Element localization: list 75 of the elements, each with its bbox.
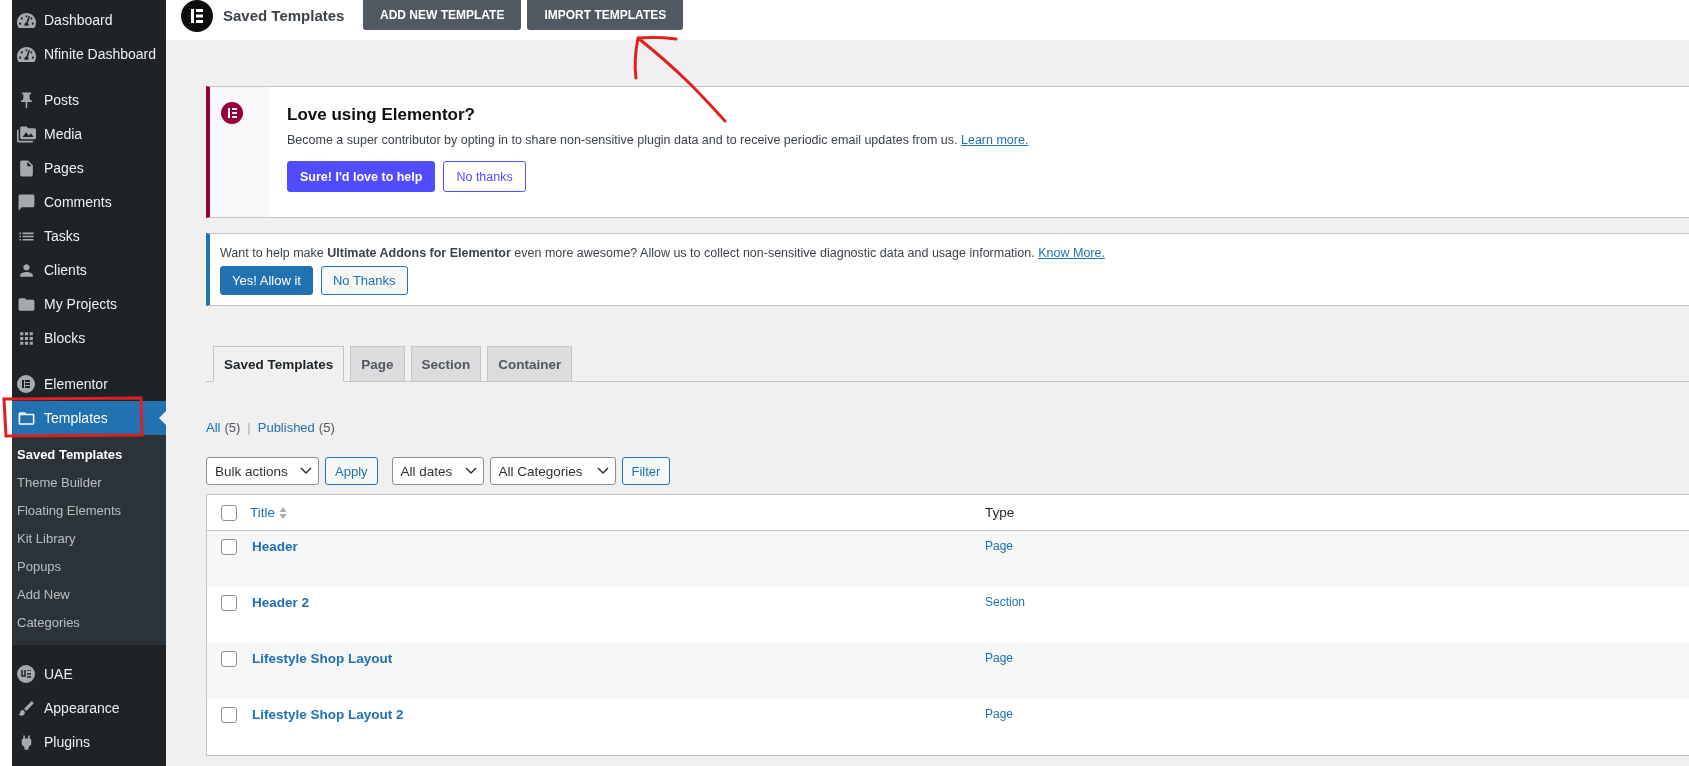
header-button[interactable]: IMPORT TEMPLATES: [527, 0, 684, 30]
sidebar-item[interactable]: Comments: [12, 185, 166, 219]
tab[interactable]: Saved Templates: [213, 346, 345, 382]
header-button[interactable]: ADD NEW TEMPLATE: [363, 0, 522, 30]
media-icon: [16, 124, 36, 144]
notice-title: Love using Elementor?: [287, 105, 476, 125]
row-checkbox[interactable]: [221, 707, 237, 723]
row-checkbox[interactable]: [221, 595, 237, 611]
notice-text: Become a super contributor by opting in to share non-sensitive plugin data and to receive periodic email updates from us. Learn more.: [287, 133, 1029, 147]
tab[interactable]: Section: [410, 346, 482, 382]
view-count: (5): [318, 420, 335, 435]
sidebar-item[interactable]: Posts: [12, 83, 166, 117]
submenu-item[interactable]: Kit Library: [12, 525, 166, 553]
date-select[interactable]: All dates: [391, 457, 484, 485]
sidebar-item[interactable]: Plugins: [12, 725, 166, 759]
accept-button[interactable]: Yes! Allow it: [220, 266, 313, 295]
template-title-link[interactable]: Lifestyle Shop Layout: [250, 651, 393, 666]
category-select[interactable]: All Categories: [489, 457, 616, 485]
bulk-actions-select[interactable]: Bulk actions: [206, 457, 319, 485]
e-logo-icon: [16, 374, 36, 394]
type-link[interactable]: Page: [985, 539, 1014, 553]
submenu-item[interactable]: Popups: [12, 553, 166, 581]
sidebar-item[interactable]: Pages: [12, 151, 166, 185]
row-checkbox[interactable]: [221, 651, 237, 667]
learn-more-link[interactable]: Learn more.: [961, 133, 1029, 147]
sidebar-item[interactable]: Tasks: [12, 219, 166, 253]
decline-button[interactable]: No Thanks: [320, 266, 408, 295]
chevron-down-icon: [464, 467, 477, 475]
type-link[interactable]: Section: [985, 595, 1026, 609]
sidebar-item[interactable]: Nfinite Dashboard: [12, 37, 166, 71]
view-link[interactable]: All: [206, 420, 221, 435]
sidebar-item[interactable]: Appearance: [12, 691, 166, 725]
sidebar-item[interactable]: Dashboard: [12, 3, 166, 37]
template-title-link[interactable]: Header: [250, 539, 298, 554]
type-link[interactable]: Page: [985, 651, 1014, 665]
chevron-down-icon: [300, 467, 312, 475]
gauge-icon: [16, 10, 36, 30]
gauge-icon: [16, 44, 36, 64]
tab[interactable]: Page: [350, 346, 405, 382]
e-logo-icon: [221, 102, 243, 124]
apply-button[interactable]: Apply: [325, 457, 378, 485]
badge-icon: [16, 664, 36, 684]
column-header: Type: [985, 505, 1015, 520]
template-title-link[interactable]: Header 2: [250, 595, 310, 610]
sidebar-item[interactable]: My Projects: [12, 287, 166, 321]
tab[interactable]: Container: [487, 346, 573, 382]
submenu-item[interactable]: Floating Elements: [12, 497, 166, 525]
type-link[interactable]: Page: [985, 707, 1014, 721]
submenu-item[interactable]: Categories: [12, 609, 166, 637]
know-more-link[interactable]: Know More.: [1038, 246, 1105, 260]
accept-button[interactable]: Sure! I'd love to help: [287, 161, 436, 192]
page-title: Saved Templates: [223, 7, 346, 24]
sidebar-item[interactable]: Media: [12, 117, 166, 151]
submenu-item[interactable]: Add New: [12, 581, 166, 609]
sidebar-item[interactable]: Blocks: [12, 321, 166, 355]
filter-button[interactable]: Filter: [621, 457, 671, 485]
chevron-down-icon: [596, 467, 609, 475]
template-title-link[interactable]: Lifestyle Shop Layout 2: [250, 707, 404, 722]
speech-bubble-icon: [16, 192, 36, 212]
sidebar-item[interactable]: Clients: [12, 253, 166, 287]
view-link[interactable]: Published: [257, 420, 315, 435]
view-count: (5): [224, 420, 241, 435]
separator-label: |: [247, 420, 251, 435]
row-checkbox[interactable]: [221, 539, 237, 555]
sidebar-item[interactable]: Elementor: [12, 367, 166, 401]
submenu-item[interactable]: Saved Templates: [12, 441, 166, 469]
column-header[interactable]: Title: [250, 505, 275, 520]
notice-text: Want to help make Ultimate Addons for Elementor even more awesome? Allow us to collect non-sensitive diagnostic data and usage information. Know More.: [220, 246, 1106, 260]
decline-button[interactable]: No thanks: [443, 161, 526, 192]
sidebar-item[interactable]: Templates: [12, 401, 166, 435]
sidebar-item[interactable]: UAE: [12, 657, 166, 691]
select-all-checkbox[interactable]: [221, 504, 237, 521]
sort-icon: [279, 505, 287, 520]
submenu-item[interactable]: Theme Builder: [12, 469, 166, 497]
brush-icon: [16, 698, 36, 718]
